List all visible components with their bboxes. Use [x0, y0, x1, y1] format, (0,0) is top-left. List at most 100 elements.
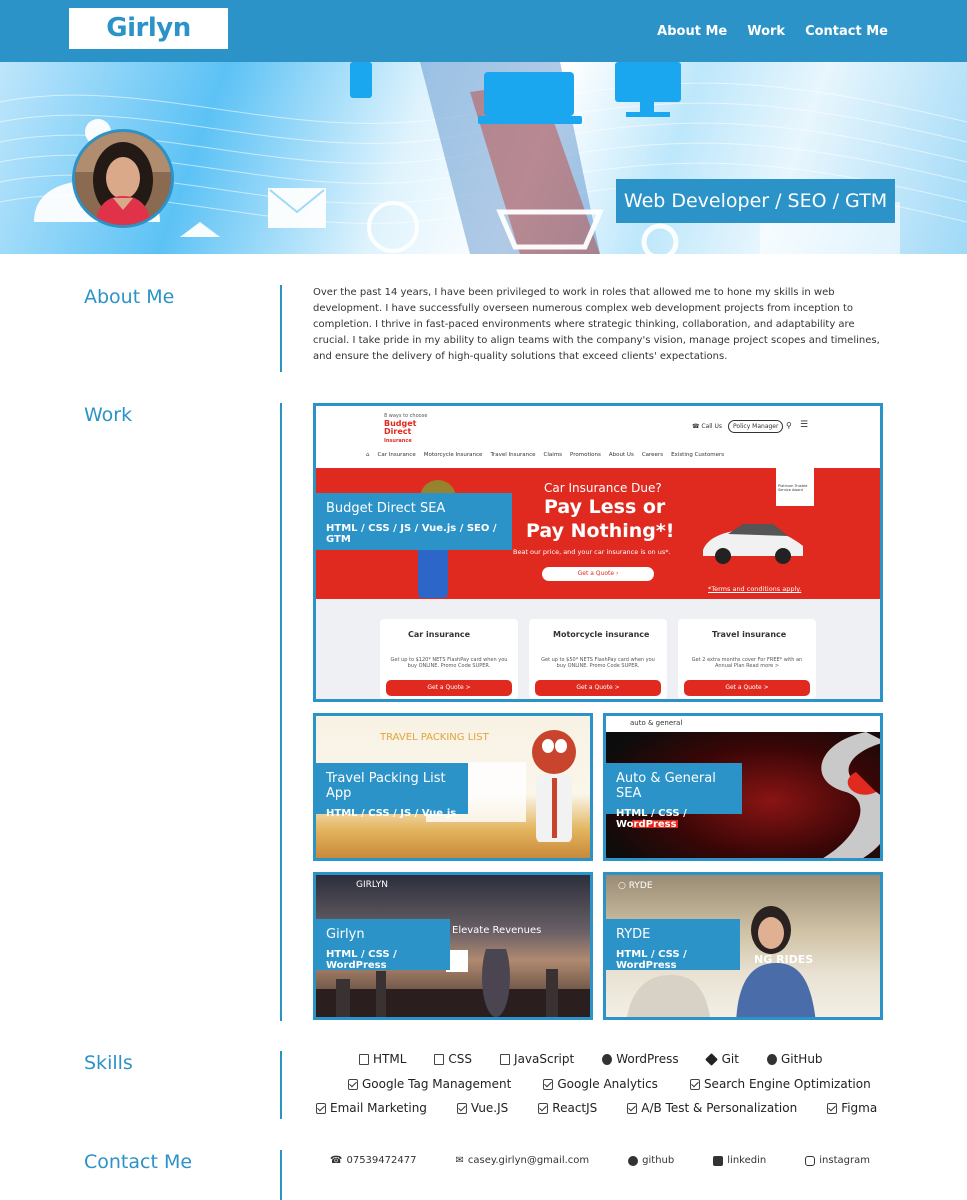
project-name: Auto & General SEA — [616, 771, 716, 801]
skill-label: Email Marketing — [330, 1101, 427, 1115]
project-card-girlyn[interactable]: GIRLYN Elevate Revenues Girlyn HTML / CS… — [313, 872, 593, 1020]
bd-logo-line3: Insurance — [384, 438, 412, 444]
contact-divider — [280, 1150, 282, 1200]
bd-menu-icon: ☰ — [800, 420, 809, 430]
contact-label: github — [642, 1155, 675, 1166]
skills-row: Google Tag Management Google Analytics S… — [348, 1077, 871, 1091]
skill-item: CSS — [434, 1052, 472, 1066]
girlyn-headline: Elevate Revenues — [452, 925, 542, 936]
main-nav: About Me Work Contact Me — [657, 0, 888, 62]
contact-linkedin[interactable]: linkedin — [713, 1155, 766, 1166]
project-tech: HTML / CSS / WordPress — [326, 949, 397, 971]
about-divider — [280, 285, 282, 372]
contact-label: casey.girlyn@gmail.com — [467, 1155, 590, 1166]
contact-instagram[interactable]: instagram — [805, 1155, 870, 1166]
bd-product-desc: Get up to $50* NETS FlashPay card when y… — [541, 657, 655, 669]
contact-links: ☎ 07539472477 ✉ casey.girlyn@gmail.com git… — [330, 1155, 870, 1166]
skill-label: HTML — [373, 1052, 407, 1066]
email-icon: ✉ — [455, 1155, 464, 1166]
project-name: Budget Direct SEA — [326, 501, 446, 516]
bd-banner-cta: Get a Quote › — [542, 567, 654, 581]
nav-contact-me[interactable]: Contact Me — [805, 24, 888, 39]
check-icon — [348, 1078, 358, 1090]
contact-label: instagram — [819, 1155, 870, 1166]
skill-label: GitHub — [780, 1052, 823, 1066]
project-label: RYDE HTML / CSS / WordPress — [606, 919, 740, 971]
skill-label: Search Engine Optimization — [703, 1077, 871, 1091]
check-icon — [538, 1102, 549, 1114]
skill-label: Google Tag Management — [362, 1077, 512, 1091]
bd-logo: Budget Direct Insurance — [384, 420, 417, 445]
bd-home-icon: ⌂ — [366, 452, 370, 458]
about-section-title: About Me — [84, 286, 175, 308]
skill-label: JavaScript — [514, 1052, 575, 1066]
bd-call-us: ☎ Call Us — [692, 423, 723, 430]
contact-section-title: Contact Me — [84, 1151, 193, 1173]
contact-phone[interactable]: ☎ 07539472477 — [330, 1155, 416, 1166]
project-label: Auto & General SEA HTML / CSS / WordPres… — [606, 763, 742, 830]
contact-email[interactable]: ✉ casey.girlyn@gmail.com — [456, 1155, 590, 1166]
project-tech: HTML / CSS / JS / Vue.js — [326, 808, 457, 819]
bd-banner-terms: *Terms and conditions apply. — [708, 585, 802, 593]
about-paragraph: Over the past 14 years, I have been priv… — [313, 287, 880, 362]
nav-about-me[interactable]: About Me — [657, 24, 727, 39]
skill-item: Email Marketing — [316, 1101, 427, 1115]
check-icon — [627, 1102, 638, 1114]
top-navigation-bar: Girlyn Casey About Me Work Contact Me — [0, 0, 967, 84]
bd-product-cta: Get a Quote > — [684, 680, 810, 696]
skills-row: HTML CSS JavaScript WordPress Git GitHub — [359, 1052, 823, 1066]
bd-menu: ⌂ Car Insurance Motorcycle Insurance Tra… — [366, 452, 724, 458]
project-card-auto-general[interactable]: auto & general Auto & General SEA HTML /… — [603, 713, 883, 861]
skill-label: WordPress — [616, 1052, 679, 1066]
skill-item: Search Engine Optimization — [689, 1077, 871, 1091]
site-logo[interactable]: Girlyn Casey — [69, 8, 228, 84]
work-divider — [280, 403, 282, 1021]
wordpress-icon — [602, 1053, 613, 1065]
check-icon — [316, 1102, 326, 1114]
bd-product-cta: Get a Quote > — [386, 680, 512, 696]
bd-menu-item: Existing Customers — [671, 452, 725, 458]
bd-product-title: Travel insurance — [712, 630, 787, 639]
instagram-icon — [805, 1155, 816, 1166]
hero-tagline: Web Developer / SEO / GTM — [616, 179, 895, 223]
project-card-ryde[interactable]: ○ RYDE NG RIDES RYDE HTML / CSS / WordPr… — [603, 872, 883, 1020]
bd-product-title: Car insurance — [408, 630, 471, 639]
skill-item: ReactJS — [538, 1101, 597, 1115]
project-name: RYDE — [616, 927, 651, 942]
project-tech: HTML / CSS / WordPress — [616, 808, 687, 830]
project-name: Travel Packing List App — [326, 771, 446, 801]
travel-mascot-graphic — [532, 730, 576, 842]
project-tech: HTML / CSS / WordPress — [616, 949, 687, 971]
project-name: Girlyn — [326, 927, 365, 942]
js-file-icon — [500, 1053, 511, 1065]
project-label: Budget Direct SEA HTML / CSS / JS / Vue.… — [316, 493, 512, 550]
skill-label: A/B Test & Personalization — [641, 1101, 798, 1115]
project-card-travel-packing[interactable]: TRAVEL PACKING LIST Travel Packing List … — [313, 713, 593, 861]
project-card-budget-direct[interactable]: 8 ways to choose Budget Direct Insurance… — [313, 403, 883, 702]
skill-label: Vue.JS — [470, 1101, 509, 1115]
bd-banner-kicker: Car Insurance Due? — [544, 481, 662, 495]
profile-avatar — [72, 129, 174, 228]
html-file-icon — [359, 1053, 369, 1065]
skills-divider — [280, 1051, 282, 1119]
ryde-headline: NG RIDES — [754, 953, 814, 966]
bd-menu-item: Travel Insurance — [490, 452, 536, 458]
ag-preview-header: auto & general — [606, 716, 880, 732]
bd-product-card: Travel insurance Get 2 extra months cove… — [678, 619, 816, 699]
skill-item: GitHub — [766, 1052, 823, 1066]
bd-menu-item: Claims — [543, 452, 563, 458]
bd-product-cta: Get a Quote > — [535, 680, 661, 696]
check-icon — [689, 1078, 700, 1090]
project-label: Travel Packing List App HTML / CSS / JS … — [316, 763, 468, 819]
bd-call-us-label: Call Us — [701, 423, 723, 430]
linkedin-icon — [713, 1155, 724, 1166]
contact-label: linkedin — [727, 1155, 767, 1166]
bd-product-desc: Get 2 extra months cover For FREE* with … — [691, 657, 803, 669]
bd-search-icon: ⚲ — [786, 421, 792, 430]
bd-menu-item: Car Insurance — [377, 452, 416, 458]
skill-item: A/B Test & Personalization — [627, 1101, 797, 1115]
skill-label: ReactJS — [552, 1101, 598, 1115]
contact-github[interactable]: github — [628, 1155, 674, 1166]
nav-work[interactable]: Work — [747, 24, 785, 39]
bd-product-card: Car insurance Get up to $120* NETS Flash… — [380, 619, 518, 699]
